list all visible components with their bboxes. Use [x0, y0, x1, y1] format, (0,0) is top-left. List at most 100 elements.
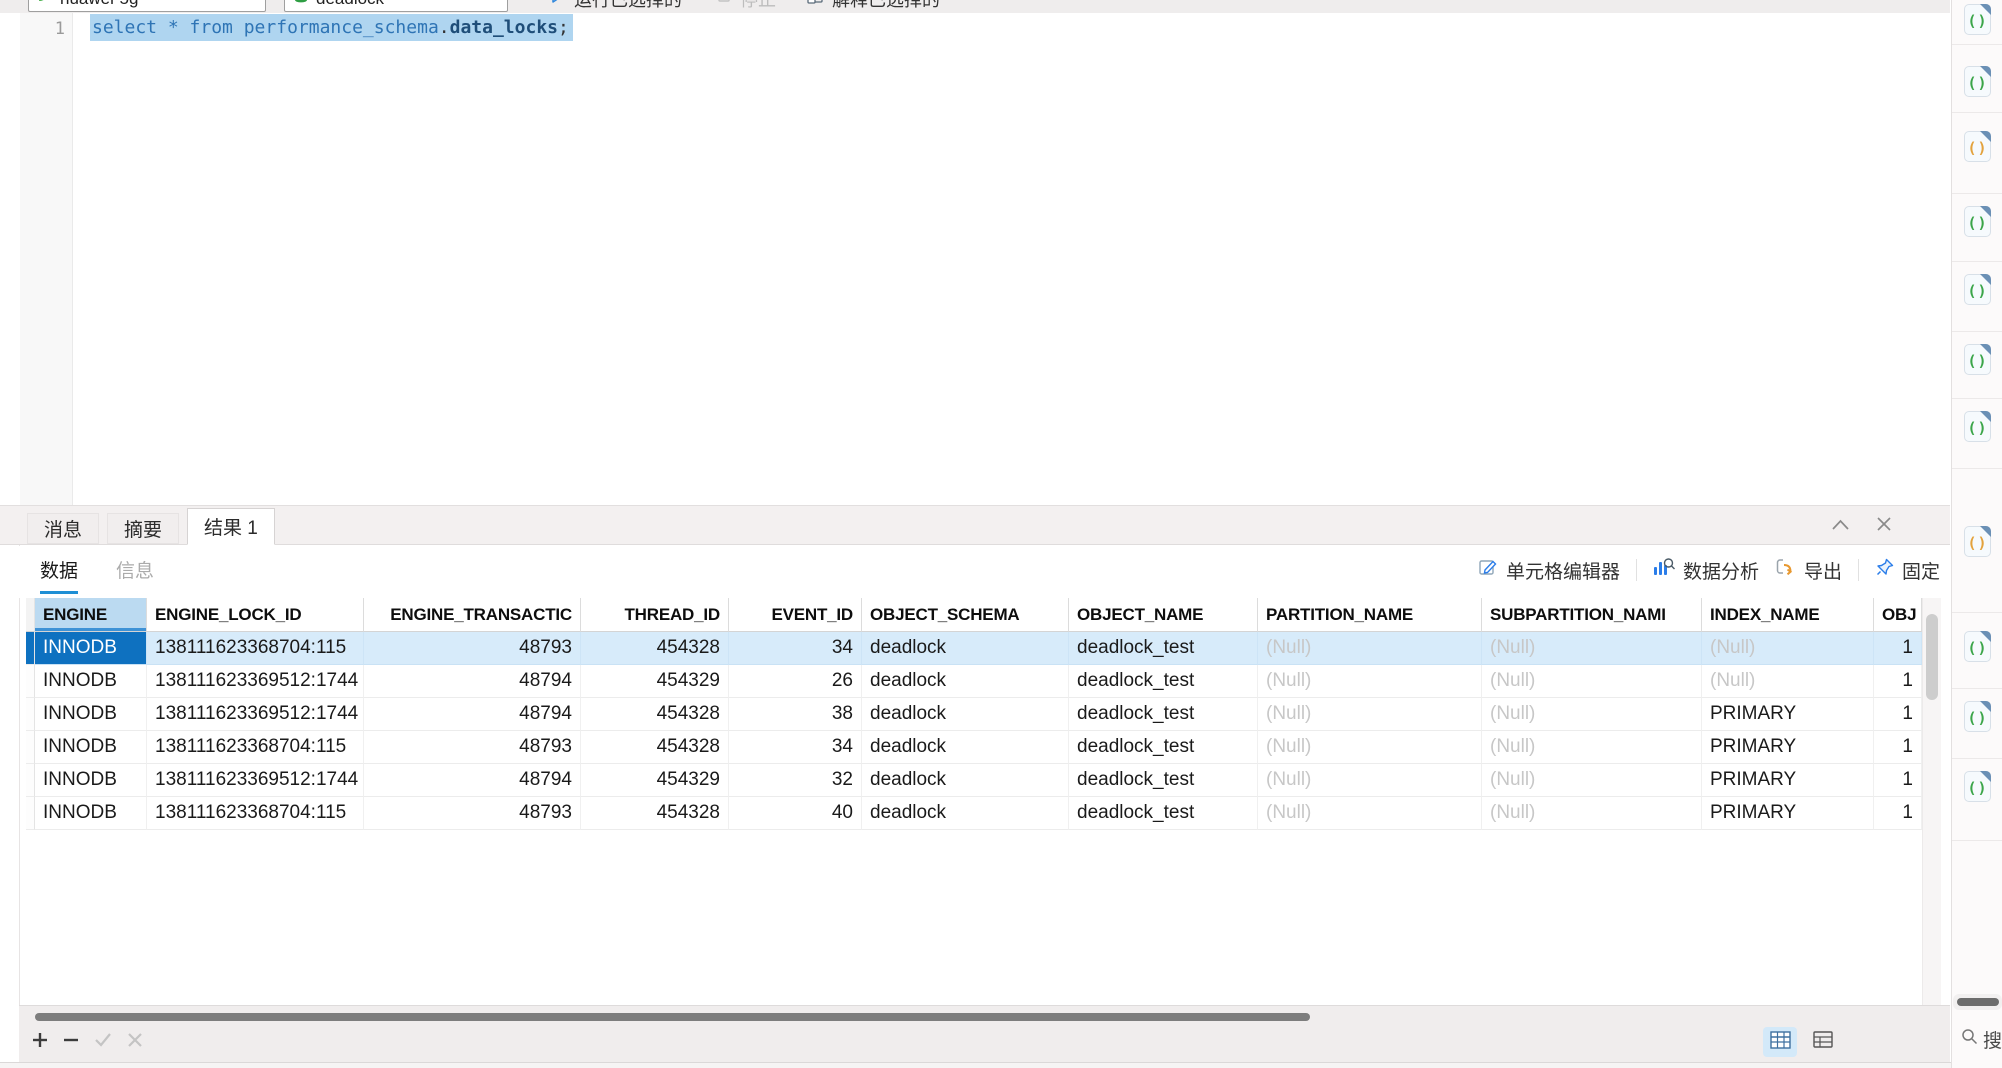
cell[interactable]: deadlock — [862, 665, 1069, 698]
row-selector[interactable] — [26, 698, 35, 731]
cell[interactable]: deadlock_test — [1069, 764, 1258, 797]
close-panel-icon[interactable] — [1876, 516, 1892, 537]
open-query-tab[interactable] — [1964, 131, 1991, 162]
column-header-partition-name[interactable]: PARTITION_NAME — [1258, 598, 1482, 632]
column-header-index-name[interactable]: INDEX_NAME — [1702, 598, 1874, 632]
stop-button[interactable]: 停止 — [716, 0, 776, 12]
cell[interactable]: 48793 — [364, 731, 581, 764]
open-query-tab[interactable] — [1964, 206, 1991, 237]
cell[interactable]: (Null) — [1482, 632, 1702, 665]
cell[interactable]: 454328 — [581, 731, 729, 764]
cell[interactable]: 1 — [1874, 797, 1922, 830]
cell[interactable]: (Null) — [1258, 764, 1482, 797]
cell[interactable]: deadlock_test — [1069, 731, 1258, 764]
run-selected-button[interactable]: 运行已选择的 — [548, 0, 682, 12]
cell[interactable]: deadlock_test — [1069, 632, 1258, 665]
cell[interactable]: 48794 — [364, 698, 581, 731]
cell[interactable]: (Null) — [1482, 731, 1702, 764]
discard-changes-icon[interactable] — [125, 1030, 145, 1055]
cell[interactable]: (Null) — [1258, 698, 1482, 731]
open-query-tab[interactable] — [1964, 4, 1991, 35]
tab-messages[interactable]: 消息 — [27, 513, 99, 544]
pin-button[interactable]: 固定 — [1875, 557, 1940, 584]
cell[interactable]: INNODB — [35, 764, 147, 797]
cell[interactable]: 1 — [1874, 731, 1922, 764]
tab-result-1[interactable]: 结果 1 — [187, 508, 275, 545]
column-header-engine-transaction-id[interactable]: ENGINE_TRANSACTIC — [364, 598, 581, 632]
open-query-tab[interactable] — [1964, 411, 1991, 442]
cell[interactable]: 138111623368704:115 — [147, 797, 364, 830]
subtab-info[interactable]: 信息 — [116, 556, 154, 594]
cell[interactable]: (Null) — [1258, 731, 1482, 764]
row-selector[interactable] — [26, 797, 35, 830]
cell[interactable]: 138111623368704:115 — [147, 731, 364, 764]
cell[interactable]: 454328 — [581, 632, 729, 665]
cell[interactable]: 454329 — [581, 665, 729, 698]
cell[interactable]: 138111623369512:1744 — [147, 698, 364, 731]
cell[interactable]: 1 — [1874, 665, 1922, 698]
table-row[interactable]: INNODB 138111623369512:1744 48794 454328… — [26, 698, 1922, 731]
cell[interactable]: 1 — [1874, 764, 1922, 797]
cell[interactable]: deadlock — [862, 731, 1069, 764]
open-query-tab[interactable] — [1964, 701, 1991, 732]
cell[interactable]: 138111623368704:115 — [147, 632, 364, 665]
delete-record-icon[interactable] — [61, 1030, 81, 1055]
explain-selected-button[interactable]: 解释已选择的 — [806, 0, 940, 12]
column-header-object-schema[interactable]: OBJECT_SCHEMA — [862, 598, 1069, 632]
cell[interactable]: 138111623369512:1744 — [147, 665, 364, 698]
table-row[interactable]: INNODB 138111623369512:1744 48794 454329… — [26, 665, 1922, 698]
table-row[interactable]: INNODB 138111623369512:1744 48794 454329… — [26, 764, 1922, 797]
cell[interactable]: 40 — [729, 797, 862, 830]
row-selector[interactable] — [26, 731, 35, 764]
cell[interactable]: (Null) — [1258, 797, 1482, 830]
cell[interactable]: deadlock_test — [1069, 698, 1258, 731]
open-query-tab[interactable] — [1964, 631, 1991, 662]
cell[interactable]: INNODB — [35, 731, 147, 764]
cell[interactable]: deadlock_test — [1069, 665, 1258, 698]
select-all-corner[interactable] — [26, 598, 35, 632]
cell[interactable]: (Null) — [1482, 665, 1702, 698]
sidebar-search[interactable]: 搜 — [1961, 1026, 2002, 1053]
cell[interactable]: 26 — [729, 665, 862, 698]
cell-editor-button[interactable]: 单元格编辑器 — [1478, 557, 1620, 584]
form-view-button[interactable] — [1806, 1027, 1840, 1057]
scrollbar-thumb[interactable] — [1957, 998, 1999, 1006]
sql-editor[interactable]: 1 select * from performance_schema.data_… — [0, 13, 1950, 505]
cell[interactable]: deadlock — [862, 698, 1069, 731]
cell[interactable]: 454328 — [581, 797, 729, 830]
cell[interactable]: deadlock — [862, 797, 1069, 830]
cell[interactable]: deadlock — [862, 764, 1069, 797]
subtab-data[interactable]: 数据 — [40, 556, 78, 594]
grid-view-button[interactable] — [1763, 1027, 1797, 1057]
database-select[interactable]: deadlock — [284, 0, 508, 12]
column-header-engine-lock-id[interactable]: ENGINE_LOCK_ID — [147, 598, 364, 632]
cell[interactable]: (Null) — [1258, 665, 1482, 698]
cell[interactable]: (Null) — [1258, 632, 1482, 665]
cell[interactable]: 48794 — [364, 665, 581, 698]
cell[interactable]: 138111623369512:1744 — [147, 764, 364, 797]
cell[interactable]: deadlock — [862, 632, 1069, 665]
column-header-obj[interactable]: OBJ — [1874, 598, 1922, 632]
cell[interactable]: 34 — [729, 632, 862, 665]
row-selector[interactable] — [26, 665, 35, 698]
cell[interactable]: 38 — [729, 698, 862, 731]
column-header-event-id[interactable]: EVENT_ID — [729, 598, 862, 632]
cell[interactable]: PRIMARY — [1702, 764, 1874, 797]
apply-changes-icon[interactable] — [92, 1030, 114, 1055]
table-row[interactable]: INNODB 138111623368704:115 48793 454328 … — [26, 731, 1922, 764]
cell[interactable]: deadlock_test — [1069, 797, 1258, 830]
cell[interactable]: 1 — [1874, 698, 1922, 731]
cell[interactable]: 454328 — [581, 698, 729, 731]
open-query-tab[interactable] — [1964, 526, 1991, 557]
cell[interactable]: PRIMARY — [1702, 698, 1874, 731]
collapse-panel-icon[interactable] — [1831, 518, 1850, 536]
grid-vertical-scrollbar[interactable] — [1922, 598, 1941, 1005]
tab-summary[interactable]: 摘要 — [107, 513, 179, 544]
table-row[interactable]: INNODB 138111623368704:115 48793 454328 … — [26, 797, 1922, 830]
sql-code-line[interactable]: select * from performance_schema.data_lo… — [90, 17, 573, 38]
cell[interactable]: PRIMARY — [1702, 731, 1874, 764]
cell[interactable]: 1 — [1874, 632, 1922, 665]
cell[interactable]: 32 — [729, 764, 862, 797]
data-analysis-button[interactable]: 数据分析 — [1653, 557, 1759, 584]
cell[interactable]: INNODB — [35, 797, 147, 830]
